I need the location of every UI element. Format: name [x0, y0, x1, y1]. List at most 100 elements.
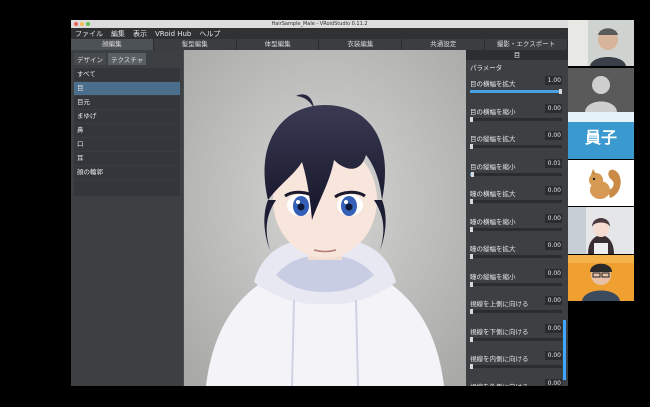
parameter-slider[interactable]: [470, 171, 562, 177]
video-tile-3: [568, 160, 634, 206]
parameter-value-input[interactable]: 0.00: [545, 103, 562, 113]
slider-fill: [470, 90, 562, 93]
parameter-slider[interactable]: [470, 309, 562, 314]
participant-avatar: [568, 207, 634, 254]
menu-view[interactable]: 表示: [133, 29, 147, 39]
menu-bar: ファイル 編集 表示 VRoid Hub ヘルプ: [71, 28, 568, 39]
parameter-label: 目の横幅を縮小: [470, 107, 516, 116]
category-item[interactable]: 口: [74, 138, 180, 152]
window-title: HairSample_Male - VRoidStudio 0.11.2: [271, 21, 368, 27]
close-window-button[interactable]: [74, 22, 78, 26]
panel-header: 目: [466, 50, 568, 60]
parameter-value-input[interactable]: 0.00: [545, 268, 562, 278]
slider-knob[interactable]: [470, 309, 473, 314]
category-item[interactable]: 目: [74, 82, 180, 96]
slider-knob[interactable]: [559, 89, 562, 94]
parameter-row: 目の縦幅を縮小 0.01: [470, 158, 562, 187]
category-item[interactable]: 鼻: [74, 124, 180, 138]
category-item[interactable]: まゆげ: [74, 110, 180, 124]
participant-photo: [568, 255, 634, 301]
parameter-slider[interactable]: [470, 89, 562, 94]
parameter-value-input[interactable]: 0.00: [545, 213, 562, 223]
menu-help[interactable]: ヘルプ: [199, 29, 220, 39]
video-tile-2: 員子: [568, 68, 634, 159]
parameter-value-input[interactable]: 0.00: [545, 131, 562, 140]
subtab-texture[interactable]: テクスチャ: [108, 53, 147, 65]
tab-hair-edit[interactable]: 髪型編集: [154, 39, 237, 50]
parameter-value-input[interactable]: 0.00: [545, 241, 562, 250]
parameter-label: 視線を内側に向ける: [470, 355, 529, 363]
menu-edit[interactable]: 編集: [111, 29, 125, 39]
parameter-slider[interactable]: [470, 226, 562, 232]
slider-knob[interactable]: [470, 226, 473, 232]
video-tile-5: [568, 255, 634, 301]
video-tile-1: [568, 20, 634, 66]
parameter-value-input[interactable]: 0.00: [545, 323, 562, 333]
tile-name-label: 員子: [584, 128, 617, 147]
parameter-row: 瞳の縦幅を拡大 0.00: [470, 241, 562, 269]
slider-knob[interactable]: [470, 281, 473, 287]
tab-outfit-edit[interactable]: 衣装編集: [319, 39, 403, 50]
slider-knob[interactable]: [470, 199, 473, 204]
parameter-slider[interactable]: [470, 336, 562, 342]
parameter-slider[interactable]: [470, 199, 562, 204]
maximize-window-button[interactable]: [86, 22, 90, 26]
parameter-row: 瞳の縦幅を縮小 0.00: [470, 268, 562, 297]
tab-body-edit[interactable]: 体型編集: [237, 39, 320, 50]
slider-knob[interactable]: [470, 144, 473, 149]
section-title: パラメータ: [470, 64, 503, 72]
minimize-window-button[interactable]: [80, 22, 84, 26]
parameter-slider[interactable]: [470, 144, 562, 149]
parameter-label: 目の縦幅を縮小: [470, 162, 516, 171]
parameter-label: 瞳の縦幅を縮小: [470, 272, 516, 281]
parameter-value-input[interactable]: 0.01: [545, 158, 562, 168]
parameter-value-input[interactable]: 0.00: [545, 351, 562, 360]
category-item[interactable]: 目元: [74, 96, 180, 110]
category-item[interactable]: 耳: [74, 152, 180, 166]
3d-viewport[interactable]: [184, 50, 466, 386]
main-tab-bar: 顔編集 髪型編集 体型編集 衣装編集 共通設定 撮影・エクスポート: [71, 39, 568, 50]
tab-common-settings[interactable]: 共通設定: [402, 39, 486, 50]
parameter-value-input[interactable]: 0.00: [545, 296, 562, 305]
subtab-design[interactable]: デザイン: [74, 53, 106, 65]
menu-file[interactable]: ファイル: [75, 29, 103, 39]
parameter-label: 視線を下側に向ける: [470, 327, 529, 336]
parameter-slider[interactable]: [470, 116, 562, 122]
slider-knob[interactable]: [470, 254, 473, 259]
category-list: すべて目目元 まゆげ鼻口耳顔の輪郭: [74, 68, 180, 196]
category-item[interactable]: すべて: [74, 68, 180, 82]
vroid-studio-window: HairSample_Male - VRoidStudio 0.11.2 ファイ…: [71, 20, 568, 386]
parameter-value-input[interactable]: 0.00: [545, 186, 562, 195]
menu-vroid-hub[interactable]: VRoid Hub: [155, 30, 191, 38]
parameter-label: 瞳の縦幅を拡大: [470, 245, 516, 253]
parameter-label: 目の横幅を拡大: [470, 80, 516, 88]
window-titlebar: HairSample_Male - VRoidStudio 0.11.2: [71, 20, 568, 28]
video-tile-4: [568, 207, 634, 254]
slider-knob[interactable]: [470, 336, 473, 342]
parameter-slider[interactable]: [470, 281, 562, 287]
parameter-row: 瞳の横幅を拡大 0.00: [470, 186, 562, 214]
category-item[interactable]: 顔の輪郭: [74, 166, 180, 180]
slider-knob[interactable]: [470, 364, 473, 369]
participant-photo: [568, 20, 634, 66]
panel-scrollbar[interactable]: [563, 320, 566, 380]
tab-photo-export[interactable]: 撮影・エクスポート: [485, 39, 568, 50]
parameter-label: 視線を上側に向ける: [470, 300, 529, 308]
parameter-row: 瞳の横幅を縮小 0.00: [470, 213, 562, 242]
parameter-row: 視線を内側に向ける 0.00: [470, 351, 562, 379]
parameter-value-input[interactable]: 0.00: [545, 378, 562, 386]
slider-knob[interactable]: [470, 116, 473, 122]
parameter-row: 視線を上側に向ける 0.00: [470, 296, 562, 324]
parameter-slider[interactable]: [470, 254, 562, 259]
tab-face-edit[interactable]: 顔編集: [71, 39, 154, 50]
avatar-render: [184, 50, 466, 386]
parameter-slider[interactable]: [470, 364, 562, 369]
left-panel: デザイン テクスチャ すべて目目元 まゆげ鼻口耳顔の輪郭: [71, 50, 183, 386]
parameter-row: 目の縦幅を拡大 0.00: [470, 131, 562, 159]
parameter-label: 目の縦幅を拡大: [470, 135, 516, 143]
parameter-row: 目の横幅を縮小 0.00: [470, 103, 562, 132]
parameter-row: 目の横幅を拡大 1.00: [470, 76, 562, 104]
parameter-value-input[interactable]: 1.00: [545, 76, 562, 85]
slider-knob[interactable]: [470, 171, 474, 177]
parameter-row: 視線を外側に向ける 0.00: [470, 378, 562, 386]
